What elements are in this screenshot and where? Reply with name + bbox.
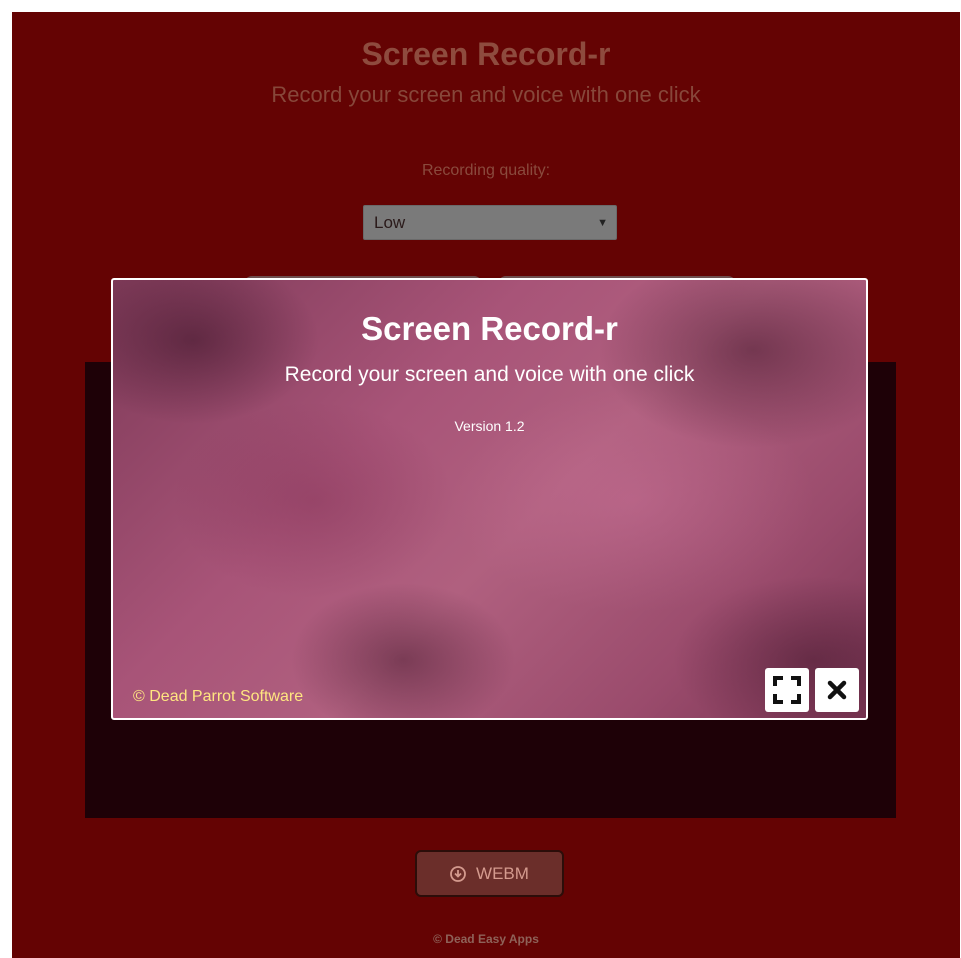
app-footer: © Dead Easy Apps [433, 932, 539, 946]
modal-title: Screen Record-r [361, 310, 618, 347]
quality-selected-value: Low [374, 212, 406, 232]
recording-quality-label: Recording quality: [421, 162, 551, 179]
fullscreen-icon [773, 676, 801, 704]
about-modal: Screen Record-r Record your screen and v… [111, 278, 868, 720]
download-icon [450, 865, 466, 882]
recording-quality-select[interactable]: Low ▼ [363, 205, 617, 240]
modal-copyright: © Dead Parrot Software [133, 688, 304, 705]
close-button[interactable] [815, 668, 859, 712]
download-webm-label: WEBM [476, 863, 529, 883]
chevron-down-icon: ▼ [597, 216, 608, 229]
modal-subtitle: Record your screen and voice with one cl… [284, 363, 695, 386]
download-webm-button[interactable]: WEBM [415, 850, 564, 897]
close-icon [827, 680, 847, 700]
modal-version: Version 1.2 [454, 418, 525, 434]
app-subtitle: Record your screen and voice with one cl… [271, 82, 701, 107]
fullscreen-button[interactable] [765, 668, 809, 712]
app-title: Screen Record-r [361, 36, 611, 72]
